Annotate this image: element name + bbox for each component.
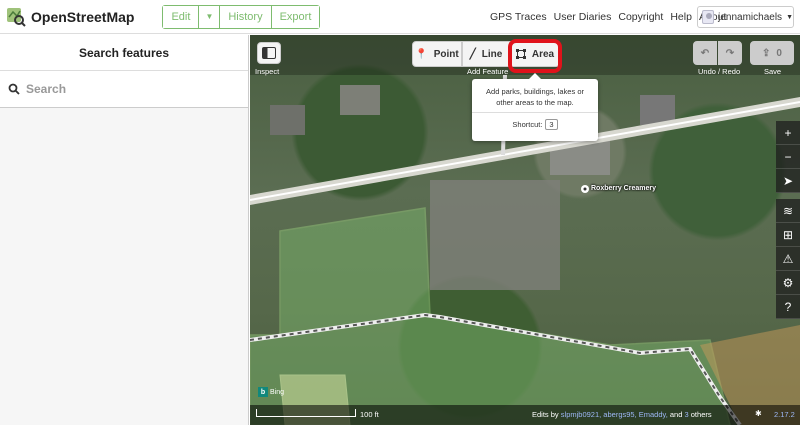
imagery-attribution[interactable]: b Bing xyxy=(258,387,284,397)
issues-button[interactable]: ⚠ xyxy=(776,247,800,271)
building xyxy=(340,85,380,115)
highlight-ring xyxy=(508,39,562,73)
save-button[interactable]: ⇪ 0 xyxy=(750,41,794,65)
username: jennamichaels xyxy=(718,11,783,23)
map-controls: + − ➤ ≋ ⊞ ⚠ ⚙ ? xyxy=(776,121,800,319)
osm-logo-icon xyxy=(7,7,26,27)
avatar xyxy=(702,10,715,24)
add-point-button[interactable]: 📍 Point xyxy=(412,41,462,67)
background-button[interactable]: ≋ xyxy=(776,199,800,223)
credits-prefix: Edits by xyxy=(532,410,559,419)
nav-links: GPS Traces User Diaries Copyright Help A… xyxy=(490,0,726,34)
search-row xyxy=(0,71,248,108)
nav-help[interactable]: Help xyxy=(670,11,692,23)
sidebar: Search features xyxy=(0,35,249,425)
scale-bar[interactable] xyxy=(256,409,356,417)
minus-icon: − xyxy=(784,149,792,164)
save-label: Save xyxy=(764,67,782,76)
edit-button[interactable]: Edit xyxy=(163,5,200,28)
tooltip-text: Add parks, buildings, lakes or other are… xyxy=(472,79,598,113)
credits-users[interactable]: slpmjb0921, abergs95, Emaddy, xyxy=(561,410,668,419)
map-pin-icon: 📍 xyxy=(415,48,428,60)
redo-button[interactable]: ↷ xyxy=(718,41,742,65)
search-icon xyxy=(8,83,20,95)
map-data-button[interactable]: ⊞ xyxy=(776,223,800,247)
nav-gps-traces[interactable]: GPS Traces xyxy=(490,11,547,23)
undo-button[interactable]: ↶ xyxy=(693,41,717,65)
map-canvas[interactable]: Roxberry Creamery Inspect 📍 Point ╱ Line… xyxy=(250,35,800,425)
search-input[interactable] xyxy=(26,82,226,96)
shortcut-key: 3 xyxy=(545,119,558,130)
export-button[interactable]: Export xyxy=(271,5,320,28)
location-arrow-icon: ➤ xyxy=(782,173,794,188)
shortcut-label: Shortcut: xyxy=(512,120,543,129)
undo-icon: ↶ xyxy=(700,47,710,59)
edit-button-group: Edit ▼ History Export xyxy=(162,4,321,29)
plus-icon: + xyxy=(784,125,792,140)
redo-icon: ↷ xyxy=(725,47,735,59)
upload-icon: ⇪ xyxy=(762,47,771,59)
preferences-button[interactable]: ⚙ xyxy=(776,271,800,295)
user-gear-icon: ⚙ xyxy=(782,275,794,290)
sidebar-toggle-icon xyxy=(262,47,276,59)
map-footer: 100 ft Edits by slpmjb0921, abergs95, Em… xyxy=(250,405,800,425)
app-name: OpenStreetMap xyxy=(31,8,135,25)
add-line-button[interactable]: ╱ Line xyxy=(462,41,510,67)
imagery-name: Bing xyxy=(270,388,285,396)
help-button[interactable]: ? xyxy=(776,295,800,319)
credits-suffix: others xyxy=(690,410,712,419)
help-icon: ? xyxy=(784,299,792,314)
area-tooltip: Add parks, buildings, lakes or other are… xyxy=(472,73,598,141)
zoom-in-button[interactable]: + xyxy=(776,121,800,145)
map-data-icon: ⊞ xyxy=(782,227,794,242)
inspect-label: Inspect xyxy=(255,67,280,76)
chevron-down-icon: ▼ xyxy=(786,13,793,21)
poi-label[interactable]: Roxberry Creamery xyxy=(591,185,656,192)
logo[interactable]: OpenStreetMap xyxy=(6,7,134,27)
tooltip-arrow xyxy=(529,73,541,79)
undo-redo-label: Undo / Redo xyxy=(698,67,741,76)
user-menu-button[interactable]: jennamichaels ▼ xyxy=(697,6,794,28)
version[interactable]: 2.17.2 xyxy=(774,410,795,419)
add-feature-label: Add Feature xyxy=(467,67,509,76)
tooltip-shortcut: Shortcut: 3 xyxy=(472,113,598,130)
edit-credits: Edits by slpmjb0921, abergs95, Emaddy, a… xyxy=(532,410,712,419)
bug-icon[interactable]: ✱ xyxy=(755,409,762,418)
sidebar-title: Search features xyxy=(0,35,248,71)
bing-logo-icon: b xyxy=(258,387,268,397)
scale-label: 100 ft xyxy=(360,410,379,419)
zoom-out-button[interactable]: − xyxy=(776,145,800,169)
credits-and: and xyxy=(669,410,683,419)
building xyxy=(270,105,305,135)
edit-dropdown-chevron-down-icon[interactable]: ▼ xyxy=(199,5,221,28)
layers-icon: ≋ xyxy=(782,203,794,218)
point-label: Point xyxy=(433,48,459,60)
nav-user-diaries[interactable]: User Diaries xyxy=(554,11,612,23)
map-pin-icon[interactable] xyxy=(581,185,589,193)
top-header: OpenStreetMap Edit ▼ History Export GPS … xyxy=(0,0,800,34)
inspect-button[interactable] xyxy=(257,42,281,64)
credits-count[interactable]: 3 xyxy=(685,410,689,419)
warning-icon: ⚠ xyxy=(782,251,794,266)
nav-copyright[interactable]: Copyright xyxy=(618,11,663,23)
line-label: Line xyxy=(481,48,503,60)
save-count: 0 xyxy=(776,47,782,59)
history-button[interactable]: History xyxy=(220,5,272,28)
geolocate-button[interactable]: ➤ xyxy=(776,169,800,193)
parking-lot xyxy=(430,180,560,290)
line-icon: ╱ xyxy=(469,48,476,60)
